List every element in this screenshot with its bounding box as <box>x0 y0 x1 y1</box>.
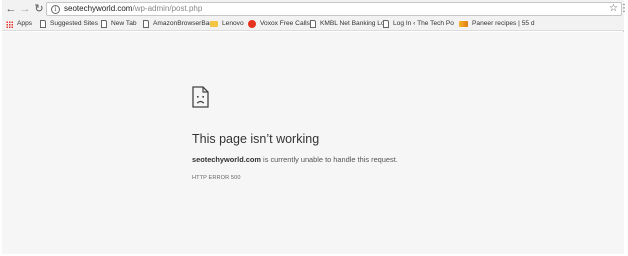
bookmark-kmbl[interactable]: KMBL Net Banking Lo <box>310 18 385 30</box>
bookmark-label: Lenovo <box>222 20 244 27</box>
info-icon[interactable]: i <box>51 4 60 14</box>
bookmark-label: AmazonBrowserBar <box>153 20 212 27</box>
error-description: seotechyworld.com is currently unable to… <box>192 155 398 164</box>
page-icon <box>383 20 389 28</box>
sad-page-icon <box>192 86 209 108</box>
bookmark-new-tab[interactable]: New Tab <box>101 18 137 30</box>
bookmark-label: Suggested Sites <box>50 20 99 27</box>
page-icon <box>310 20 316 28</box>
apps-grid-icon <box>6 20 13 28</box>
page-icon <box>40 20 46 28</box>
error-domain: seotechyworld.com <box>192 155 261 164</box>
bookmark-apps[interactable]: Apps <box>6 18 32 30</box>
bookmark-label: KMBL Net Banking Lo <box>320 20 385 27</box>
voxox-icon <box>248 20 256 28</box>
url-host: seotechyworld.com <box>64 4 133 13</box>
url-path: /wp-admin/post.php <box>132 4 203 13</box>
bookmark-star-icon[interactable]: ☆ <box>609 3 618 15</box>
browser-toolbar: ← → ↻ i seotechyworld.com/wp-admin/post.… <box>2 0 628 18</box>
bookmark-suggested-sites[interactable]: Suggested Sites <box>40 18 98 30</box>
url-text: seotechyworld.com/wp-admin/post.php <box>64 3 202 15</box>
bookmark-label: Paneer recipes | 55 d <box>472 20 535 27</box>
bookmarks-bar: Apps Suggested Sites New Tab AmazonBrows… <box>2 18 624 31</box>
bookmark-label: Log In ‹ The Tech Po <box>393 20 454 27</box>
folder-icon <box>210 21 218 27</box>
back-arrow-icon[interactable]: ← <box>4 2 18 16</box>
bookmark-label: Apps <box>17 20 33 27</box>
reload-icon[interactable]: ↻ <box>32 2 46 16</box>
error-code: HTTP ERROR 500 <box>192 175 241 181</box>
bookmark-label: Voxox Free Calls <box>260 20 310 27</box>
error-page: This page isn’t working seotechyworld.co… <box>2 32 624 254</box>
browser-window: ← → ↻ i seotechyworld.com/wp-admin/post.… <box>2 0 628 254</box>
forward-arrow-icon[interactable]: → <box>18 2 32 16</box>
page-icon <box>101 20 107 28</box>
bookmark-label: New Tab <box>111 20 137 27</box>
bookmark-amazonbrowserbar[interactable]: AmazonBrowserBar <box>143 18 212 30</box>
paneer-favicon <box>459 21 468 27</box>
menu-dots-icon[interactable]: ⋮ <box>619 2 628 16</box>
bookmark-lenovo[interactable]: Lenovo <box>210 18 244 30</box>
address-bar[interactable]: i seotechyworld.com/wp-admin/post.php ☆ <box>46 2 622 16</box>
bookmark-log-in[interactable]: Log In ‹ The Tech Po <box>383 18 454 30</box>
page-icon <box>143 20 149 28</box>
bookmark-paneer[interactable]: Paneer recipes | 55 d <box>459 18 535 30</box>
error-message: is currently unable to handle this reque… <box>261 155 398 164</box>
bookmark-voxox[interactable]: Voxox Free Calls <box>248 18 310 30</box>
error-title: This page isn’t working <box>192 132 320 146</box>
